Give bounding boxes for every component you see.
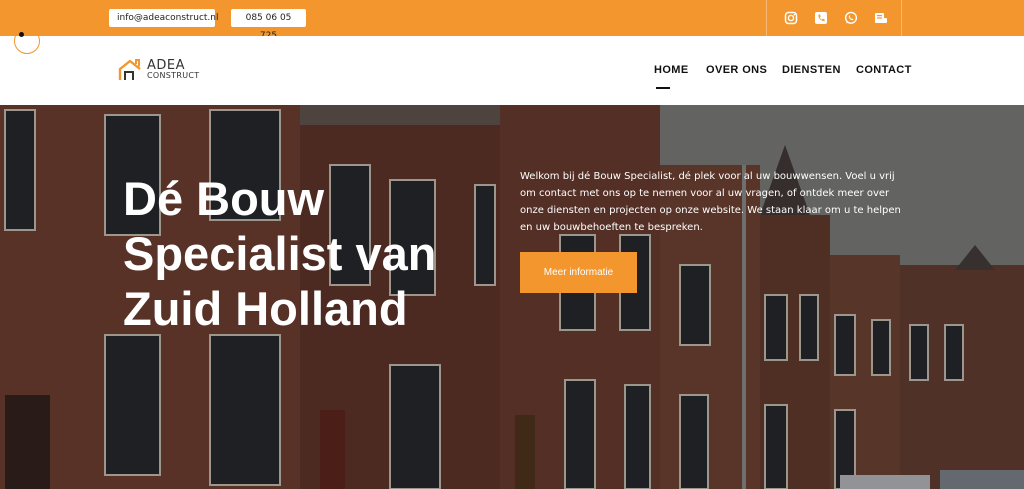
hero-section: Dé Bouw Specialist van Zuid Holland Welk… [0,105,1024,489]
top-bar: info@adeaconstruct.nl 085 06 05 725 [0,0,1024,41]
nav-active-indicator [656,87,670,89]
logo-house-icon [118,59,141,80]
corner-circle-icon [14,28,40,54]
phone-icon[interactable] [814,11,828,25]
more-info-button[interactable]: Meer informatie [520,252,637,293]
site-logo[interactable]: ADEA CONSTRUCT [117,56,227,84]
contact-card-icon[interactable] [874,11,888,25]
nav-diensten[interactable]: DIENSTEN [782,64,841,78]
nav-home[interactable]: HOME [654,64,689,78]
phone-link[interactable]: 085 06 05 725 [231,9,306,41]
social-links [766,0,902,36]
email-link[interactable]: info@adeaconstruct.nl [109,9,218,27]
nav-over-ons[interactable]: OVER ONS [706,64,767,78]
hero-title: Dé Bouw Specialist van Zuid Holland [123,172,437,335]
instagram-icon[interactable] [784,11,798,25]
logo-subtitle: CONSTRUCT [147,71,200,80]
nav-contact[interactable]: CONTACT [856,64,912,78]
hero-description: Welkom bij dé Bouw Specialist, dé plek v… [520,171,901,233]
whatsapp-icon[interactable] [844,11,858,25]
